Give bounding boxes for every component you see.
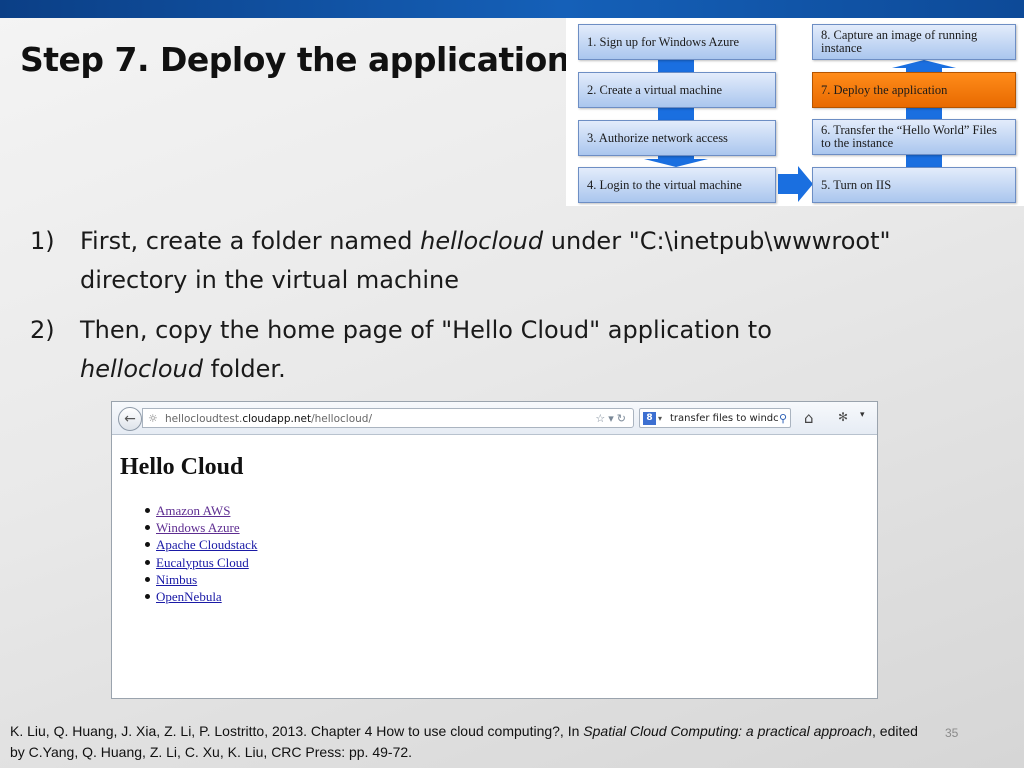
slide-title: Step 7. Deploy the application (20, 40, 570, 79)
bullet-text-part: Then, copy the home page of "Hello Cloud… (80, 316, 772, 344)
bullet-text: First, create a folder named hellocloud … (80, 222, 900, 300)
flow-step-1-label: 1. Sign up for Windows Azure (587, 34, 740, 49)
citation-book-title: Spatial Cloud Computing: a practical app… (583, 723, 873, 739)
flow-step-1: 1. Sign up for Windows Azure (578, 24, 776, 60)
url-path: /hellocloud/ (311, 413, 372, 425)
bullet-text: Then, copy the home page of "Hello Cloud… (80, 311, 900, 389)
flow-step-8: 8. Capture an image of running instance (812, 24, 1016, 60)
cloud-links-list: Amazon AWS Windows Azure Apache Cloudsta… (144, 502, 257, 605)
link-eucalyptus-cloud[interactable]: Eucalyptus Cloud (156, 555, 249, 570)
flow-step-2: 2. Create a virtual machine (578, 72, 776, 108)
list-item: Apache Cloudstack (144, 536, 257, 553)
search-icon[interactable]: ⚲ (779, 409, 787, 427)
list-item: Windows Azure (144, 519, 257, 536)
list-item: Nimbus (144, 571, 257, 588)
bullet-emphasis: hellocloud (80, 355, 203, 383)
page-heading: Hello Cloud (120, 454, 244, 480)
flow-step-4-label: 4. Login to the virtual machine (587, 177, 742, 192)
list-item: OpenNebula (144, 588, 257, 605)
flow-step-6: 6. Transfer the “Hello World” Files to t… (812, 119, 1016, 155)
bullet-emphasis: hellocloud (420, 227, 544, 255)
process-flow-diagram: 1. Sign up for Windows Azure 2. Create a… (566, 18, 1024, 206)
back-arrow-icon[interactable]: ← (118, 407, 142, 431)
flow-step-7-label: 7. Deploy the application (821, 82, 948, 97)
top-banner (0, 0, 1024, 18)
bullet-number: 1) (30, 227, 55, 255)
flow-step-4: 4. Login to the virtual machine (578, 167, 776, 203)
connector-4-5 (778, 166, 813, 202)
menu-caret-icon[interactable]: ▾ (860, 410, 865, 420)
link-windows-azure[interactable]: Windows Azure (156, 520, 240, 535)
bullet-text-part: First, create a folder named (80, 227, 421, 255)
search-engine-caret-icon[interactable]: ▾ (658, 409, 662, 427)
flow-step-2-label: 2. Create a virtual machine (587, 82, 723, 97)
flow-step-3: 3. Authorize network access (578, 120, 776, 156)
flow-step-5-label: 5. Turn on IIS (821, 177, 892, 192)
google-icon[interactable]: 8 (643, 412, 656, 425)
bullet-text-part: folder. (203, 355, 286, 383)
dropdown-icon[interactable]: ▾ (608, 412, 617, 425)
refresh-icon[interactable]: ↻ (617, 412, 629, 425)
browser-screenshot: ← ☼ hellocloudtest.cloudapp.net/helloclo… (111, 401, 878, 699)
link-amazon-aws[interactable]: Amazon AWS (156, 503, 230, 518)
address-bar-icons: ☆▾↻ (595, 409, 629, 429)
link-nimbus[interactable]: Nimbus (156, 572, 197, 587)
citation: K. Liu, Q. Huang, J. Xia, Z. Li, P. Lost… (10, 721, 930, 763)
flow-step-8-label: 8. Capture an image of running instance (821, 28, 978, 55)
link-opennebula[interactable]: OpenNebula (156, 589, 222, 604)
star-icon[interactable]: ☆ (595, 412, 608, 425)
url-host: cloudapp.net (242, 413, 312, 425)
citation-text: K. Liu, Q. Huang, J. Xia, Z. Li, P. Lost… (10, 723, 584, 739)
home-icon[interactable]: ⌂ (804, 409, 814, 427)
link-apache-cloudstack[interactable]: Apache Cloudstack (156, 537, 257, 552)
flow-step-5: 5. Turn on IIS (812, 167, 1016, 203)
search-box[interactable]: 8 ▾ transfer files to windc ⚲ (639, 408, 791, 428)
tool-icon[interactable]: ✻ (838, 410, 848, 424)
list-item: Eucalyptus Cloud (144, 554, 257, 571)
list-item: Amazon AWS (144, 502, 257, 519)
flow-step-6-label: 6. Transfer the “Hello World” Files to t… (821, 123, 997, 150)
browser-navbar: ← ☼ hellocloudtest.cloudapp.net/helloclo… (112, 402, 877, 435)
search-input[interactable]: transfer files to windc (670, 413, 779, 424)
flow-step-3-label: 3. Authorize network access (587, 130, 728, 145)
flow-step-7-active: 7. Deploy the application (812, 72, 1016, 108)
bullet-number: 2) (30, 316, 55, 344)
address-bar[interactable]: ☼ hellocloudtest.cloudapp.net/hellocloud… (142, 408, 634, 428)
connector-3-4 (644, 154, 708, 167)
page-number: 35 (945, 726, 959, 740)
url-prefix: hellocloudtest. (165, 413, 243, 425)
globe-icon: ☼ (148, 412, 158, 425)
